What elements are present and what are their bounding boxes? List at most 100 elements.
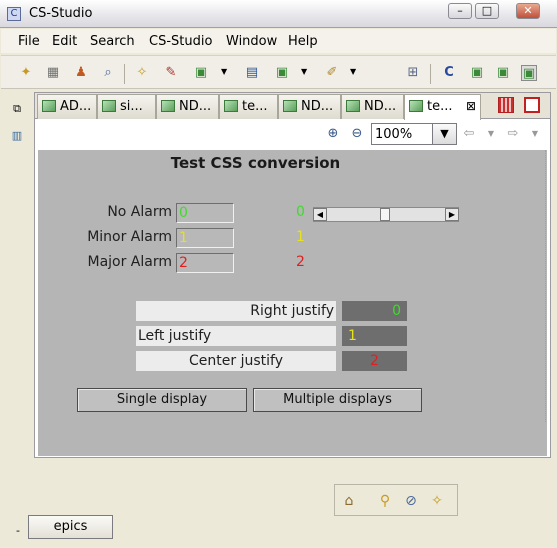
close-tab-icon[interactable]: ⊠ — [466, 99, 476, 113]
bottom-trim: - epics — [0, 512, 557, 548]
minimize-editor-icon[interactable] — [498, 97, 514, 113]
zoom-toolbar: ⊕ ⊖ 100% ▼ ⇦ ▼ ⇨ ▼ — [35, 120, 550, 148]
forward-arrow-icon[interactable]: ⇨ — [505, 126, 521, 142]
tab-si[interactable]: si... — [97, 94, 156, 119]
chevron-down-icon[interactable]: ▼ — [221, 67, 227, 76]
display-file-icon — [224, 100, 238, 112]
restore-icon[interactable]: ⧉ — [10, 102, 24, 116]
display-file-icon — [42, 100, 56, 112]
tab-label: te... — [427, 99, 453, 114]
epics-perspective-tab[interactable]: epics — [28, 515, 113, 539]
chevron-down-icon[interactable]: ▼ — [350, 67, 356, 76]
single-display-button[interactable]: Single display — [77, 388, 247, 412]
editor-vertical-scroll[interactable] — [545, 150, 553, 422]
chevron-down-icon[interactable]: ▼ — [483, 126, 499, 142]
no-alarm-value: 0 — [296, 204, 305, 220]
zoom-value: 100% — [375, 127, 413, 142]
new-icon[interactable]: ✦ — [18, 65, 34, 81]
view-icon[interactable]: ▥ — [10, 129, 24, 143]
people-icon[interactable]: ♟ — [73, 65, 89, 81]
tab-label: ND... — [301, 99, 334, 114]
display-file-icon — [283, 100, 297, 112]
run-display-icon[interactable]: ▣ — [193, 65, 209, 81]
zoom-combo[interactable]: 100% ▼ — [371, 123, 457, 145]
display-canvas: Test CSS conversion No Alarm 0 0 Minor A… — [38, 150, 547, 456]
major-alarm-value: 2 — [296, 254, 305, 270]
display-editor: AD... si... ND... te... ND... ND... te..… — [34, 92, 551, 458]
value-scrollbar[interactable]: ◀ ▶ — [313, 207, 459, 222]
chevron-down-icon[interactable]: ▼ — [301, 67, 307, 76]
display-file-icon — [409, 100, 423, 112]
close-window-button[interactable]: ✕ — [516, 3, 540, 19]
tab-label: te... — [242, 99, 268, 114]
scrollbar-thumb[interactable] — [380, 208, 390, 221]
tab-label: ND... — [179, 99, 212, 114]
center-justify-value: 2 — [342, 351, 407, 371]
menu-search[interactable]: Search — [90, 34, 135, 49]
maximize-editor-icon[interactable] — [524, 97, 540, 113]
tab-te-active[interactable]: te... ⊠ — [404, 94, 481, 120]
tab-nd-3[interactable]: ND... — [341, 94, 404, 119]
display-file-icon — [102, 100, 116, 112]
toolbar-separator — [430, 64, 431, 84]
perspective-icon[interactable]: ⊞ — [405, 65, 421, 81]
tab-ad[interactable]: AD... — [37, 94, 97, 119]
maximize-button[interactable]: □ — [475, 3, 499, 19]
menu-cs-studio[interactable]: CS-Studio — [149, 34, 212, 49]
wand-icon[interactable]: ✐ — [324, 65, 340, 81]
tab-label: AD... — [60, 99, 92, 114]
chevron-down-icon[interactable]: ▼ — [527, 126, 543, 142]
sparkle-icon[interactable]: ✧ — [429, 493, 445, 509]
tab-label: si... — [120, 99, 143, 114]
opi-runtime-perspective-icon[interactable]: ▣ — [495, 65, 511, 81]
menu-edit[interactable]: Edit — [52, 34, 77, 49]
tab-nd-2[interactable]: ND... — [278, 94, 341, 119]
new-file-icon[interactable]: ✧ — [134, 65, 150, 81]
no-alarm-label: No Alarm — [107, 204, 172, 220]
opi-editor-perspective-icon[interactable]: ▣ — [469, 65, 485, 81]
cs-studio-perspective-icon[interactable]: C — [441, 65, 457, 81]
probe-icon[interactable]: ⚲ — [377, 493, 393, 509]
fastview-icon[interactable]: ⌂ — [341, 493, 357, 509]
window-title: CS-Studio — [29, 6, 93, 21]
edit-pen-icon[interactable]: ✎ — [163, 65, 179, 81]
display-file-icon — [346, 100, 360, 112]
display-file-icon — [161, 100, 175, 112]
zoom-in-icon[interactable]: ⊕ — [325, 126, 341, 142]
minor-alarm-label: Minor Alarm — [87, 229, 172, 245]
zoom-out-icon[interactable]: ⊖ — [349, 126, 365, 142]
main-toolbar: ✦ ▦ ♟ ⌕ ✧ ✎ ▣ ▼ ▤ ▣ ▼ ✐ ▼ ⊞ C ▣ ▣ ▣ — [1, 55, 556, 89]
scroll-right-icon[interactable]: ▶ — [445, 208, 459, 221]
menu-bar: File Edit Search CS-Studio Window Help — [1, 29, 556, 53]
center-justify-label: Center justify — [136, 351, 336, 371]
trim-dash: - — [16, 524, 20, 537]
toolbar-separator — [124, 64, 125, 84]
scroll-left-icon[interactable]: ◀ — [313, 208, 327, 221]
left-justify-label: Left justify — [136, 326, 336, 346]
left-trim: ⧉ ▥ — [0, 89, 33, 548]
right-justify-value: 0 — [342, 301, 407, 321]
title-bar: C CS-Studio – □ ✕ — [0, 0, 557, 28]
multiple-displays-button[interactable]: Multiple displays — [253, 388, 422, 412]
minor-alarm-textbox: 1 — [176, 228, 234, 248]
major-alarm-label: Major Alarm — [87, 254, 172, 270]
menu-window[interactable]: Window — [226, 34, 277, 49]
back-arrow-icon[interactable]: ⇦ — [461, 126, 477, 142]
compass-icon[interactable]: ⊘ — [403, 493, 419, 509]
major-alarm-textbox: 2 — [176, 253, 234, 273]
menu-help[interactable]: Help — [288, 34, 318, 49]
minimize-button[interactable]: – — [448, 3, 472, 19]
tab-nd-1[interactable]: ND... — [156, 94, 219, 119]
search-icon[interactable]: ⌕ — [100, 65, 116, 81]
minor-alarm-value: 1 — [296, 229, 305, 245]
cs-studio-app-icon: C — [7, 7, 21, 21]
tab-te-1[interactable]: te... — [219, 94, 278, 119]
no-alarm-textbox: 0 — [176, 203, 234, 223]
chart-icon[interactable]: ▤ — [244, 65, 260, 81]
display-icon[interactable]: ▣ — [274, 65, 290, 81]
active-perspective-icon[interactable]: ▣ — [521, 65, 537, 81]
menu-file[interactable]: File — [18, 34, 40, 49]
save-icon[interactable]: ▦ — [45, 65, 61, 81]
chevron-down-icon[interactable]: ▼ — [432, 124, 456, 144]
editor-tabs: AD... si... ND... te... ND... ND... te..… — [35, 93, 550, 120]
